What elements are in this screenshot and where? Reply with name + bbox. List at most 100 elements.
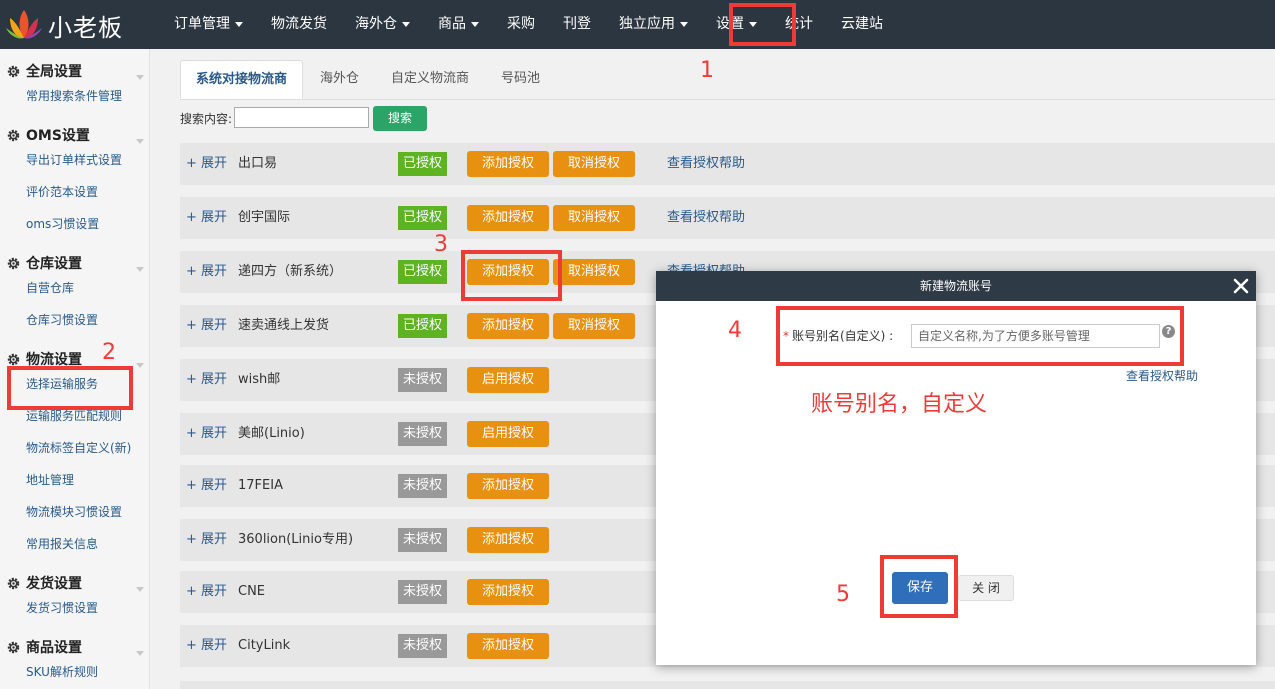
sidebar-link[interactable]: 常用报关信息	[26, 535, 98, 552]
sidebar-group-1[interactable]: OMS设置	[6, 125, 90, 145]
annotation-number-1: 1	[700, 58, 714, 83]
sidebar-group-title: 商品设置	[26, 640, 82, 656]
add-authorization-button[interactable]: 添加授权	[467, 579, 549, 605]
chevron-down-icon	[136, 133, 144, 144]
add-authorization-button[interactable]: 添加授权	[467, 527, 549, 553]
lotus-logo-icon	[6, 10, 42, 39]
close-icon[interactable]	[1230, 275, 1252, 297]
nav-item-0[interactable]: 订单管理	[160, 0, 257, 49]
cancel-authorization-button[interactable]: 取消授权	[553, 151, 635, 177]
sidebar-group-0[interactable]: 全局设置	[6, 61, 82, 81]
sidebar-group-title: 仓库设置	[26, 256, 82, 272]
search-input[interactable]	[234, 107, 369, 128]
search-button[interactable]: 搜索	[373, 106, 427, 131]
expand-toggle[interactable]: + 展开	[186, 571, 227, 613]
carrier-name: wish邮	[238, 372, 281, 387]
nav-item-3[interactable]: 商品	[424, 0, 493, 49]
annotation-box-settings	[729, 3, 796, 46]
tab-1[interactable]: 海外仓	[305, 60, 374, 99]
expand-toggle[interactable]: + 展开	[186, 465, 227, 507]
cancel-authorization-button[interactable]: 取消授权	[553, 205, 635, 231]
auth-help-link[interactable]: 查看授权帮助	[667, 143, 745, 185]
expand-toggle[interactable]: + 展开	[186, 251, 227, 293]
carrier-name: 创宇国际	[238, 210, 291, 225]
expand-toggle[interactable]: + 展开	[186, 519, 227, 561]
chevron-down-icon	[136, 645, 144, 656]
gear-icon	[6, 256, 21, 271]
annotation-note: 账号别名，自定义	[811, 392, 988, 417]
add-authorization-button[interactable]: 添加授权	[467, 633, 549, 659]
sidebar-group-4[interactable]: 发货设置	[6, 573, 82, 593]
expand-toggle[interactable]: + 展开	[186, 143, 227, 185]
nav-item-5[interactable]: 刊登	[549, 0, 605, 49]
tab-2[interactable]: 自定义物流商	[376, 60, 484, 99]
add-authorization-button[interactable]: 添加授权	[467, 151, 549, 177]
nav-item-6[interactable]: 独立应用	[605, 0, 702, 49]
cancel-authorization-button[interactable]: 取消授权	[553, 259, 635, 285]
add-authorization-button[interactable]: 启用授权	[467, 367, 549, 393]
sidebar-link[interactable]: SKU解析规则	[26, 663, 98, 680]
brand-name: 小老板	[48, 13, 123, 42]
auth-status-badge: 已授权	[398, 152, 447, 176]
auth-status-badge: 已授权	[398, 206, 447, 230]
add-authorization-button[interactable]: 添加授权	[467, 313, 549, 339]
sidebar-link[interactable]: 常用搜索条件管理	[26, 87, 122, 104]
auth-status-badge: 未授权	[398, 634, 447, 658]
gear-icon	[6, 576, 21, 591]
auth-status-badge: 已授权	[398, 260, 447, 284]
auth-help-link[interactable]: 查看授权帮助	[667, 197, 745, 239]
auth-status-badge: 未授权	[398, 580, 447, 604]
nav-item-label: 商品	[438, 16, 466, 32]
annotation-number-3: 3	[434, 232, 448, 257]
expand-toggle[interactable]: + 展开	[186, 305, 227, 347]
nav-item-1[interactable]: 物流发货	[257, 0, 341, 49]
carrier-row: + 展开 创宇国际 已授权 添加授权 取消授权 查看授权帮助	[180, 197, 1275, 239]
sidebar-group-5[interactable]: 商品设置	[6, 637, 82, 657]
sidebar-link[interactable]: 评价范本设置	[26, 183, 98, 200]
auth-status-badge: 已授权	[398, 314, 447, 338]
expand-toggle[interactable]: + 展开	[186, 197, 227, 239]
sidebar-link[interactable]: oms习惯设置	[26, 215, 99, 232]
add-authorization-button[interactable]: 添加授权	[467, 205, 549, 231]
carrier-name: 速卖通线上发货	[238, 318, 330, 333]
new-carrier-account-dialog: 新建物流账号 * 账号别名(自定义) : 自定义名称,为了方便多账号管理 ? 查看…	[656, 271, 1256, 665]
sidebar-link[interactable]: 物流模块习惯设置	[26, 503, 122, 520]
carrier-name: 360lion(Linio专用)	[238, 532, 354, 547]
cancel-authorization-button[interactable]: 取消授权	[553, 313, 635, 339]
expand-toggle[interactable]: + 展开	[186, 359, 227, 401]
sidebar-link[interactable]: 物流标签自定义(新)	[26, 439, 131, 456]
nav-item-2[interactable]: 海外仓	[341, 0, 424, 49]
sidebar-link[interactable]: 地址管理	[26, 471, 74, 488]
close-button[interactable]: 关 闭	[958, 575, 1014, 601]
sidebar-group-title: OMS设置	[26, 128, 90, 144]
gear-icon	[6, 128, 21, 143]
annotation-number-4: 4	[728, 318, 742, 343]
tab-0[interactable]: 系统对接物流商	[180, 60, 304, 99]
sidebar-group-title: 发货设置	[26, 576, 82, 592]
auth-status-badge: 未授权	[398, 422, 447, 446]
annotation-box-select-service	[7, 366, 133, 410]
tab-3[interactable]: 号码池	[486, 60, 555, 99]
sidebar-link[interactable]: 自营仓库	[26, 279, 74, 296]
add-authorization-button[interactable]: 添加授权	[467, 473, 549, 499]
top-navbar: 小老板 订单管理 物流发货 海外仓 商品 采购 刊登 独立应用 设置 统计 云建站	[0, 0, 1275, 49]
sidebar-link[interactable]: 导出订单样式设置	[26, 151, 122, 168]
carrier-name: CNE	[238, 584, 266, 599]
chevron-down-icon	[136, 357, 144, 368]
add-authorization-button[interactable]: 启用授权	[467, 421, 549, 447]
expand-toggle[interactable]: + 展开	[186, 625, 227, 667]
sidebar-link[interactable]: 仓库习惯设置	[26, 311, 98, 328]
annotation-box-save	[880, 555, 958, 618]
expand-toggle[interactable]: + 展开	[186, 413, 227, 455]
chevron-down-icon	[136, 581, 144, 592]
dialog-header: 新建物流账号	[656, 271, 1256, 301]
logo[interactable]: 小老板	[4, 6, 123, 44]
dialog-help-link[interactable]: 查看授权帮助	[1126, 367, 1198, 384]
sidebar-group-2[interactable]: 仓库设置	[6, 253, 82, 273]
annotation-box-add-auth	[461, 250, 562, 301]
search-label: 搜索内容:	[180, 112, 233, 126]
nav-item-4[interactable]: 采购	[493, 0, 549, 49]
sidebar-link[interactable]: 发货习惯设置	[26, 599, 98, 616]
carrier-name: 美邮(Linio)	[238, 426, 305, 441]
nav-item-9[interactable]: 云建站	[827, 0, 897, 49]
